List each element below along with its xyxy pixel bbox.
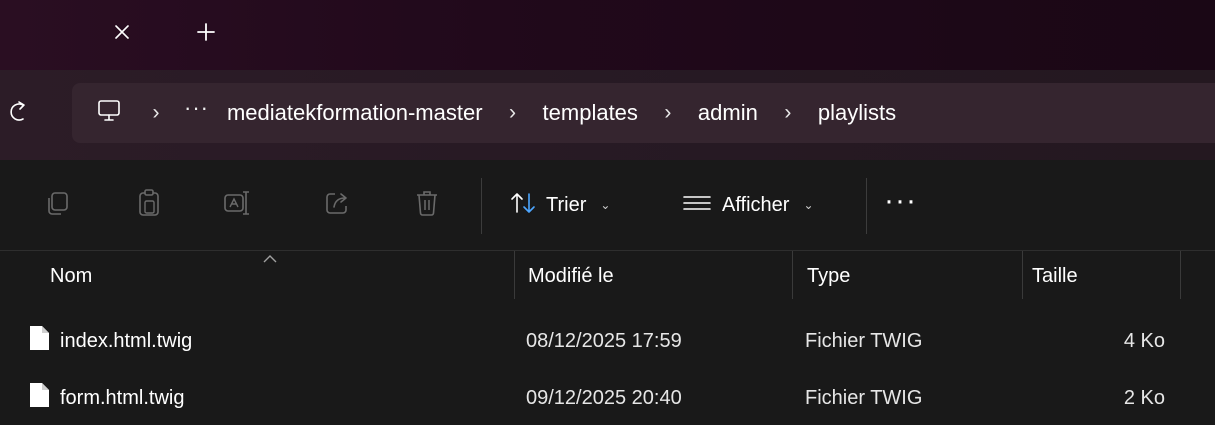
rename-button[interactable]	[220, 188, 254, 222]
column-header: Nom Modifié le Type Taille	[0, 251, 1215, 305]
share-button[interactable]	[320, 188, 354, 222]
file-row[interactable]: form.html.twig 09/12/2025 20:40 Fichier …	[0, 372, 1215, 424]
file-name-cell: index.html.twig	[28, 315, 192, 367]
file-size: 2 Ko	[1123, 386, 1165, 409]
toolbar-divider	[481, 178, 482, 234]
column-divider[interactable]	[792, 251, 793, 299]
sort-icon	[510, 191, 536, 220]
chevron-right-icon[interactable]: ›	[493, 101, 533, 125]
share-icon	[323, 189, 351, 222]
new-tab-button[interactable]	[190, 14, 222, 54]
column-name-label: Nom	[50, 264, 93, 287]
copy-icon	[43, 189, 71, 222]
file-name: index.html.twig	[60, 329, 193, 352]
column-divider[interactable]	[1022, 251, 1023, 299]
file-type: Fichier TWIG	[805, 386, 923, 409]
copy-button[interactable]	[40, 188, 74, 222]
address-bar[interactable]: › ··· mediatekformation-master › templat…	[72, 83, 1215, 143]
column-modified[interactable]: Modifié le	[528, 251, 788, 301]
column-size-label: Taille	[1032, 264, 1078, 287]
file-icon	[28, 382, 50, 414]
file-icon	[28, 325, 50, 357]
title-bar	[0, 0, 1215, 70]
file-name: form.html.twig	[60, 386, 185, 409]
paste-icon	[135, 188, 163, 223]
breadcrumb-this-pc[interactable]	[96, 98, 136, 129]
chevron-down-icon: ⌄	[600, 198, 611, 212]
chevron-right-icon[interactable]: ›	[648, 101, 688, 125]
close-tab-button[interactable]	[106, 14, 138, 54]
column-type[interactable]: Type	[807, 251, 1017, 301]
breadcrumb-item[interactable]: playlists	[808, 100, 906, 126]
toolbar-divider	[866, 178, 867, 234]
view-button[interactable]: Afficher ⌄	[682, 186, 814, 224]
command-bar: Trier ⌄ Afficher ⌄ ···	[0, 160, 1215, 250]
paste-button[interactable]	[132, 188, 166, 222]
delete-button[interactable]	[410, 188, 444, 222]
view-label: Afficher	[722, 193, 790, 216]
plus-icon	[196, 22, 216, 47]
file-size: 4 Ko	[1123, 329, 1165, 352]
delete-icon	[414, 189, 440, 222]
file-type: Fichier TWIG	[805, 329, 923, 352]
sort-label: Trier	[546, 193, 587, 216]
column-divider[interactable]	[514, 251, 515, 299]
file-modified: 09/12/2025 20:40	[526, 386, 682, 409]
file-name-cell: form.html.twig	[28, 372, 184, 424]
sort-button[interactable]: Trier ⌄	[510, 186, 610, 224]
file-row[interactable]: index.html.twig 08/12/2025 17:59 Fichier…	[0, 315, 1215, 367]
column-type-label: Type	[807, 264, 851, 287]
chevron-right-icon[interactable]: ›	[768, 101, 808, 125]
chevron-down-icon: ⌄	[803, 198, 814, 212]
breadcrumb-item[interactable]: admin	[688, 100, 768, 126]
column-size[interactable]: Taille	[1032, 251, 1172, 301]
more-options-button[interactable]: ···	[884, 184, 917, 218]
navigation-bar: › ··· mediatekformation-master › templat…	[0, 70, 1215, 160]
breadcrumb-overflow[interactable]: ···	[184, 95, 209, 121]
breadcrumb-item[interactable]: mediatekformation-master	[217, 100, 493, 126]
column-name[interactable]: Nom	[50, 251, 510, 301]
column-divider[interactable]	[1180, 251, 1181, 299]
breadcrumb-item[interactable]: templates	[533, 100, 648, 126]
refresh-icon	[9, 100, 31, 129]
rename-icon	[222, 189, 252, 222]
this-pc-icon	[96, 98, 122, 129]
chevron-right-icon[interactable]: ›	[136, 101, 176, 125]
close-icon	[113, 23, 131, 46]
view-list-icon	[682, 193, 712, 218]
refresh-button[interactable]	[0, 92, 40, 136]
column-modified-label: Modifié le	[528, 264, 614, 287]
file-modified: 08/12/2025 17:59	[526, 329, 682, 352]
